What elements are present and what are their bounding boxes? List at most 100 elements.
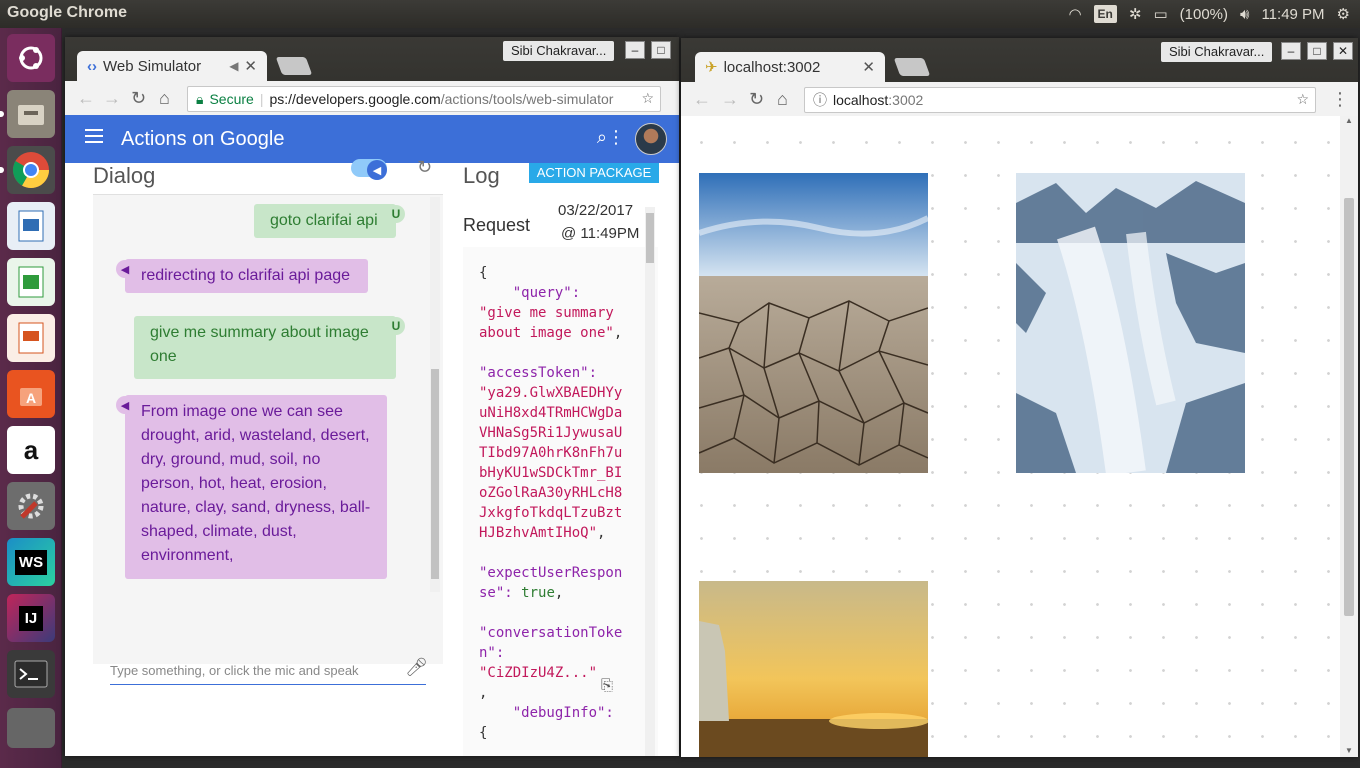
amazon-icon[interactable]: a bbox=[7, 426, 55, 474]
url-port: :3002 bbox=[888, 92, 924, 108]
battery-percentage[interactable]: (100%) bbox=[1180, 6, 1228, 23]
trash-icon[interactable] bbox=[7, 708, 55, 748]
new-tab-button[interactable] bbox=[893, 58, 931, 76]
svg-text:A: A bbox=[26, 390, 36, 406]
more-vert-icon[interactable]: ⋮ bbox=[607, 127, 625, 148]
forward-icon[interactable]: → bbox=[103, 88, 121, 109]
webstorm-icon[interactable]: WS bbox=[7, 538, 55, 586]
battery-icon[interactable]: ▭ bbox=[1153, 5, 1167, 23]
user-badge: U bbox=[387, 205, 405, 223]
gear-icon[interactable]: ⚙ bbox=[1337, 5, 1350, 23]
new-tab-button[interactable] bbox=[275, 57, 313, 75]
reload-icon[interactable]: ↻ bbox=[749, 89, 764, 110]
system-settings-icon[interactable] bbox=[7, 482, 55, 530]
back-icon[interactable]: ← bbox=[693, 89, 711, 110]
tab-localhost[interactable]: ✈ localhost:3002 ✕ bbox=[695, 52, 885, 82]
intellij-label: IJ bbox=[18, 605, 44, 631]
back-icon[interactable]: ← bbox=[77, 88, 95, 109]
chrome-icon[interactable] bbox=[7, 146, 55, 194]
intellij-icon[interactable]: IJ bbox=[7, 594, 55, 642]
log-scroll-thumb[interactable] bbox=[646, 213, 654, 263]
bluetooth-icon[interactable]: ✲ bbox=[1129, 5, 1142, 23]
right-toolbar: ← → ↻ ⌂ ⓘ localhost:3002 ☆ ⋮ bbox=[681, 82, 1358, 116]
action-package-button[interactable]: ACTION PACKAGE bbox=[529, 163, 659, 183]
gallery-image-drought[interactable] bbox=[699, 173, 928, 473]
minimize-button[interactable]: – bbox=[1281, 42, 1301, 60]
minimize-button[interactable]: – bbox=[625, 41, 645, 59]
files-icon[interactable] bbox=[7, 90, 55, 138]
dialog-scroll-thumb[interactable] bbox=[431, 369, 439, 579]
maximize-button[interactable]: □ bbox=[651, 41, 671, 59]
url-host: localhost bbox=[833, 92, 889, 108]
web-simulator-window: ‹› Web Simulator ◀ ✕ Sibi Chakravar... –… bbox=[65, 37, 679, 756]
mic-icon[interactable]: 🎤︎ bbox=[405, 657, 428, 678]
url-path: /actions/tools/web-simulator bbox=[440, 91, 614, 107]
close-button[interactable]: ✕ bbox=[1333, 42, 1353, 60]
tab-web-simulator[interactable]: ‹› Web Simulator ◀ ✕ bbox=[77, 51, 267, 81]
tab-title: Web Simulator bbox=[103, 57, 202, 75]
hamburger-menu-icon[interactable] bbox=[85, 129, 103, 143]
system-tray: ◠ En ✲ ▭ (100%) 🔊︎ 11:49 PM ⚙ bbox=[1068, 0, 1350, 28]
address-bar[interactable]: ⓘ localhost:3002 ☆ bbox=[804, 87, 1316, 113]
terminal-icon[interactable] bbox=[7, 650, 55, 698]
avatar[interactable] bbox=[635, 123, 667, 155]
top-panel: Google Chrome ◠ En ✲ ▭ (100%) 🔊︎ 11:49 P… bbox=[0, 0, 1360, 28]
speaker-icon: ◀ bbox=[367, 160, 387, 180]
page-scroll-thumb[interactable] bbox=[1344, 198, 1354, 616]
clock[interactable]: 11:49 PM bbox=[1261, 6, 1324, 23]
libreoffice-calc-icon[interactable] bbox=[7, 258, 55, 306]
ubuntu-dash-icon[interactable] bbox=[7, 34, 55, 82]
scroll-down-icon[interactable]: ▼ bbox=[1345, 746, 1353, 755]
forward-icon[interactable]: → bbox=[721, 89, 739, 110]
assistant-message: redirecting to clarifai api page bbox=[125, 259, 368, 293]
gallery-image-sunset[interactable] bbox=[699, 581, 928, 757]
libreoffice-impress-icon[interactable] bbox=[7, 314, 55, 362]
log-scrollbar[interactable] bbox=[645, 207, 655, 756]
bookmark-star-icon[interactable]: ☆ bbox=[1296, 91, 1309, 108]
gallery-image-glacier[interactable] bbox=[1016, 173, 1245, 473]
request-date: 03/22/2017 bbox=[558, 202, 634, 219]
lock-icon: 🔒︎ bbox=[196, 90, 204, 107]
request-time: @ 11:49PM bbox=[561, 225, 640, 242]
tab-close-icon[interactable]: ✕ bbox=[244, 57, 257, 75]
dialog-input[interactable]: Type something, or click the mic and spe… bbox=[110, 657, 426, 685]
search-icon[interactable]: ⌕ bbox=[597, 127, 607, 148]
actions-favicon-icon: ‹› bbox=[87, 57, 97, 75]
tab-audio-icon[interactable]: ◀ bbox=[229, 59, 238, 73]
request-label: Request bbox=[463, 215, 531, 235]
tab-title: localhost:3002 bbox=[723, 58, 821, 76]
log-title: Log bbox=[463, 163, 500, 188]
bookmark-star-icon[interactable]: ☆ bbox=[641, 90, 654, 107]
copy-icon[interactable]: ⎘ bbox=[601, 677, 613, 694]
refresh-dialog-icon[interactable]: ↻ bbox=[417, 157, 432, 178]
request-header: Request 03/22/2017 @ 11:49PM bbox=[463, 197, 658, 247]
maximize-button[interactable]: □ bbox=[1307, 42, 1327, 60]
tab-close-icon[interactable]: ✕ bbox=[862, 58, 875, 76]
localhost-window: ✈ localhost:3002 ✕ Sibi Chakravar... – □… bbox=[681, 38, 1358, 757]
software-center-icon[interactable]: A bbox=[7, 370, 55, 418]
chrome-menu-icon[interactable]: ⋮ bbox=[1331, 89, 1349, 110]
profile-button[interactable]: Sibi Chakravar... bbox=[1161, 42, 1273, 62]
info-icon[interactable]: ⓘ bbox=[813, 90, 827, 110]
request-json: { "query": "give me summary about image … bbox=[479, 265, 623, 741]
reload-icon[interactable]: ↻ bbox=[131, 88, 146, 109]
address-bar[interactable]: 🔒︎ Secure | ps://developers.google.com/a… bbox=[187, 86, 661, 112]
webstorm-label: WS bbox=[14, 549, 48, 575]
dialog-title: Dialog bbox=[93, 163, 156, 188]
home-icon[interactable]: ⌂ bbox=[159, 88, 170, 109]
scroll-up-icon[interactable]: ▲ bbox=[1345, 116, 1353, 125]
libreoffice-draw-icon[interactable] bbox=[7, 202, 55, 250]
wifi-icon[interactable]: ◠ bbox=[1068, 5, 1081, 23]
request-json-panel: { "query": "give me summary about image … bbox=[463, 247, 658, 756]
keyboard-layout-indicator[interactable]: En bbox=[1093, 5, 1117, 23]
assistant-speaker-icon[interactable]: ◀ bbox=[116, 260, 134, 278]
home-icon[interactable]: ⌂ bbox=[777, 89, 788, 110]
user-message: goto clarifai api bbox=[254, 204, 396, 238]
profile-button[interactable]: Sibi Chakravar... bbox=[503, 41, 615, 61]
volume-icon[interactable]: 🔊︎ bbox=[1240, 6, 1249, 23]
user-badge: U bbox=[387, 317, 405, 335]
assistant-speaker-icon[interactable]: ◀ bbox=[116, 396, 134, 414]
page-scrollbar[interactable]: ▲ ▼ bbox=[1340, 116, 1358, 757]
dialog-scrollbar[interactable] bbox=[430, 197, 440, 592]
launcher: A a WS IJ bbox=[0, 28, 62, 768]
